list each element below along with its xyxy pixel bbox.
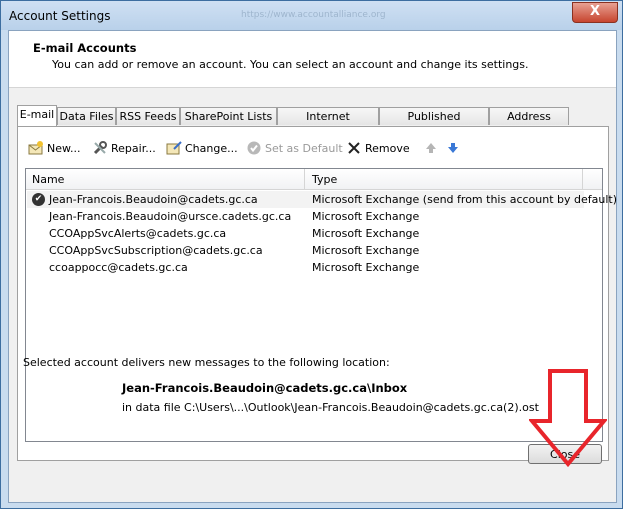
- column-header-name[interactable]: Name: [32, 173, 64, 186]
- header-subtitle: You can add or remove an account. You ca…: [52, 58, 529, 71]
- window-close-button[interactable]: X: [572, 2, 618, 23]
- move-up-button[interactable]: [423, 139, 442, 159]
- account-name: Jean-Francois.Beaudoin@ursce.cadets.gc.c…: [49, 210, 292, 223]
- remove-label: Remove: [365, 142, 410, 155]
- account-toolbar: New... Repair... Change... Set as Defaul…: [18, 139, 608, 159]
- default-account-icon: ✔: [32, 193, 45, 206]
- tab-address-books[interactable]: Address Books: [489, 107, 569, 141]
- background-ghost-text: https://www.accountalliance.org: [241, 10, 386, 20]
- new-button[interactable]: New...: [28, 139, 80, 159]
- dialog-header: E-mail Accounts You can add or remove an…: [9, 31, 616, 88]
- column-header-type[interactable]: Type: [312, 173, 337, 186]
- repair-label: Repair...: [111, 142, 156, 155]
- delivery-inbox-path: Jean-Francois.Beaudoin@cadets.gc.ca\Inbo…: [122, 381, 408, 395]
- tab-sharepoint-lists[interactable]: SharePoint Lists: [180, 107, 277, 125]
- account-row[interactable]: ccoappocc@cadets.gc.ca Microsoft Exchang…: [27, 259, 584, 276]
- delivery-data-file-path: in data file C:\Users\...\Outlook\Jean-F…: [122, 401, 539, 414]
- delivery-location-intro: Selected account delivers new messages t…: [23, 356, 390, 369]
- set-as-default-button[interactable]: Set as Default: [246, 139, 343, 159]
- account-row[interactable]: Jean-Francois.Beaudoin@ursce.cadets.gc.c…: [27, 208, 584, 225]
- tab-internet-calendars[interactable]: Internet Calendars: [277, 107, 379, 141]
- change-icon: [166, 140, 182, 156]
- account-type: Microsoft Exchange: [312, 227, 420, 240]
- account-type: Microsoft Exchange: [312, 261, 420, 274]
- new-label: New...: [47, 142, 81, 155]
- tab-email[interactable]: E-mail: [17, 105, 57, 126]
- tab-data-files[interactable]: Data Files: [57, 107, 116, 125]
- column-divider[interactable]: [582, 169, 583, 189]
- checkmark-icon: [246, 140, 262, 156]
- title-bar[interactable]: Account Settings https://www.accountalli…: [1, 1, 622, 30]
- x-icon: [346, 140, 362, 156]
- account-name: Jean-Francois.Beaudoin@cadets.gc.ca: [49, 193, 258, 206]
- repair-button[interactable]: Repair...: [92, 139, 156, 159]
- header-title: E-mail Accounts: [33, 41, 137, 55]
- wrench-icon: [92, 140, 108, 156]
- account-type: Microsoft Exchange: [312, 244, 420, 257]
- change-button[interactable]: Change...: [166, 139, 238, 159]
- account-row[interactable]: CCOAppSvcSubscription@cadets.gc.ca Micro…: [27, 242, 584, 259]
- account-settings-window: Account Settings https://www.accountalli…: [0, 0, 623, 509]
- column-divider[interactable]: [304, 169, 305, 189]
- tab-rss-feeds[interactable]: RSS Feeds: [116, 107, 180, 125]
- list-column-header: Name Type: [26, 169, 602, 190]
- account-name: CCOAppSvcAlerts@cadets.gc.ca: [49, 227, 227, 240]
- account-type: Microsoft Exchange (send from this accou…: [312, 193, 618, 206]
- up-arrow-icon: [423, 140, 439, 156]
- account-row[interactable]: CCOAppSvcAlerts@cadets.gc.ca Microsoft E…: [27, 225, 584, 242]
- tab-published-calendars[interactable]: Published Calendars: [379, 107, 489, 141]
- account-type: Microsoft Exchange: [312, 210, 420, 223]
- set-as-default-label: Set as Default: [265, 142, 343, 155]
- account-name: ccoappocc@cadets.gc.ca: [49, 261, 188, 274]
- account-row[interactable]: ✔ Jean-Francois.Beaudoin@cadets.gc.ca Mi…: [27, 191, 617, 208]
- down-arrow-icon: [445, 140, 461, 156]
- account-name: CCOAppSvcSubscription@cadets.gc.ca: [49, 244, 263, 257]
- move-down-button[interactable]: [445, 139, 464, 159]
- window-title: Account Settings: [9, 9, 111, 23]
- new-mail-icon: [28, 140, 44, 156]
- dialog-client: E-mail Accounts You can add or remove an…: [8, 30, 617, 503]
- change-label: Change...: [185, 142, 238, 155]
- red-down-arrow-annotation: [529, 369, 607, 467]
- remove-button[interactable]: Remove: [346, 139, 410, 159]
